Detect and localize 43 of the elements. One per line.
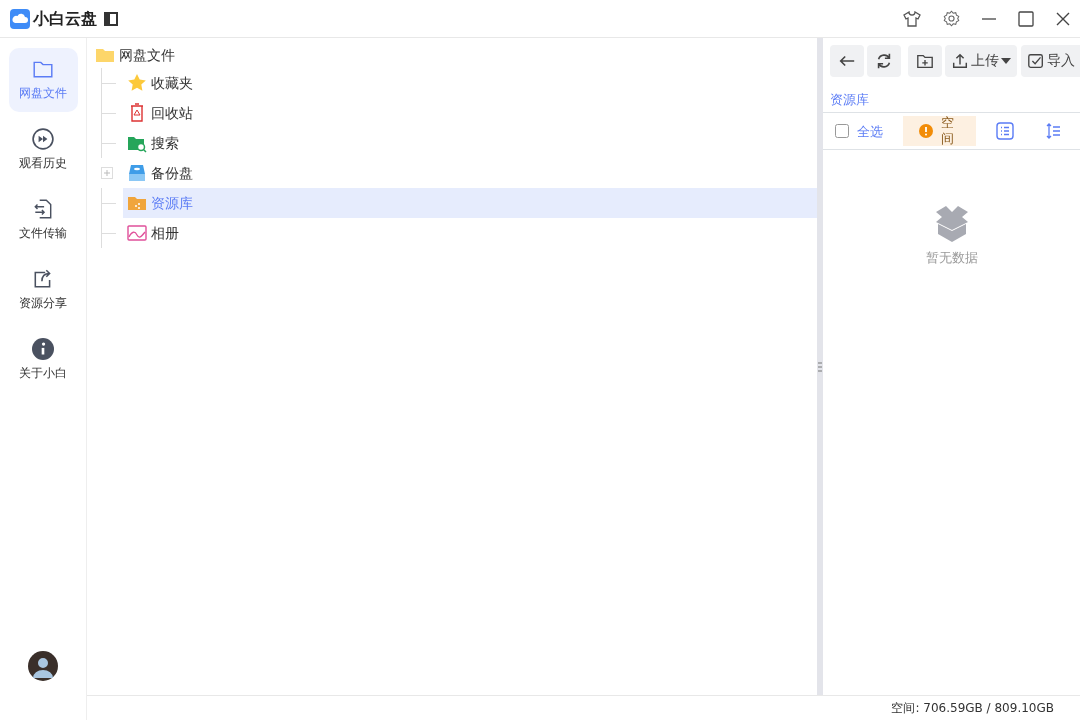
avatar-icon[interactable]: [28, 651, 59, 681]
upload-button[interactable]: 上传: [945, 44, 1018, 77]
tree-item[interactable]: 搜索: [123, 128, 184, 158]
tree-item[interactable]: 回收站: [123, 98, 198, 128]
refresh-button[interactable]: [866, 44, 901, 77]
nav-item[interactable]: 观看历史: [8, 118, 78, 182]
nav-item[interactable]: 资源分享: [8, 258, 78, 322]
warning-text: 空间: [941, 116, 955, 147]
import-icon: [1026, 51, 1045, 70]
drive-icon: [127, 163, 148, 183]
info-icon: [32, 338, 55, 360]
import-button[interactable]: 导入: [1020, 44, 1080, 77]
storage-status: 空间: 706.59GB / 809.10GB: [891, 700, 1054, 717]
play-circle-icon: [32, 128, 55, 150]
tree-item[interactable]: 相册: [123, 218, 184, 248]
sort-icon[interactable]: [1045, 123, 1060, 140]
warning-icon: [919, 124, 934, 139]
back-button[interactable]: [829, 44, 864, 77]
new-folder-button[interactable]: [908, 44, 943, 77]
close-icon[interactable]: [1056, 11, 1070, 26]
window-title: 小白云盘: [33, 7, 98, 30]
nav-item[interactable]: 网盘文件: [8, 48, 78, 112]
tree-item[interactable]: 备份盘: [123, 158, 198, 188]
list-view-icon[interactable]: [995, 122, 1014, 141]
select-all-label[interactable]: 全选: [857, 121, 884, 141]
tree-item[interactable]: 收藏夹: [123, 68, 198, 98]
nav-item[interactable]: 关于小白: [8, 328, 78, 392]
nav-item[interactable]: 文件传输: [8, 188, 78, 252]
cloud-logo-icon: [10, 8, 30, 29]
empty-message: 暂无数据: [925, 249, 978, 268]
caret-icon: [1001, 57, 1012, 64]
star-icon: [127, 73, 148, 93]
settings-icon[interactable]: [943, 10, 960, 27]
sidebar-toggle-icon[interactable]: [103, 11, 118, 26]
image-icon: [127, 223, 148, 243]
shirt-icon[interactable]: [903, 10, 921, 27]
upload-icon: [951, 51, 970, 70]
breadcrumb-link[interactable]: 资源库: [829, 91, 869, 107]
expand-toggle-icon[interactable]: [101, 167, 114, 179]
splitter-handle-icon[interactable]: [818, 361, 823, 372]
tree-item[interactable]: 网盘文件: [91, 42, 180, 68]
select-all-checkbox[interactable]: [835, 124, 850, 139]
maximize-icon[interactable]: [1018, 10, 1034, 27]
